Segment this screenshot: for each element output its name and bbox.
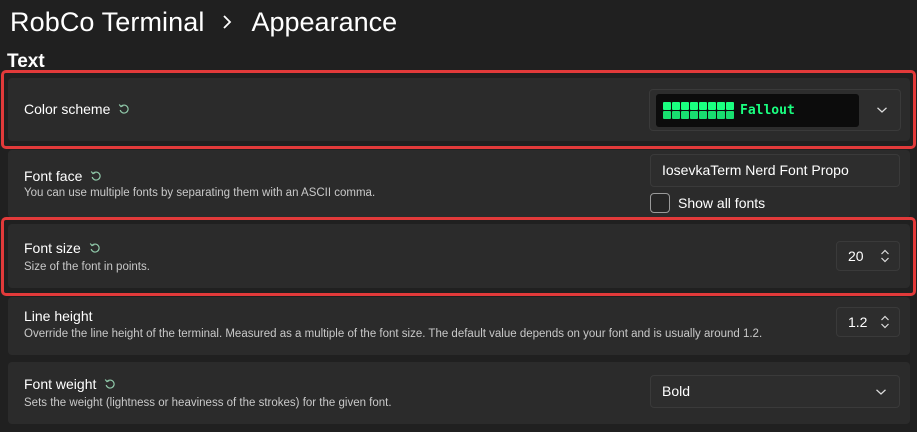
spin-updown-icon[interactable] bbox=[880, 314, 890, 330]
line-height-stepper[interactable]: 1.2 bbox=[836, 307, 900, 337]
breadcrumb: RobCo Terminal Appearance bbox=[10, 4, 397, 40]
show-all-fonts-label: Show all fonts bbox=[678, 195, 766, 211]
chevron-down-icon bbox=[875, 388, 887, 396]
show-all-fonts-checkbox[interactable] bbox=[650, 193, 670, 213]
show-all-fonts-option[interactable]: Show all fonts bbox=[650, 193, 765, 213]
font-face-label-group: Font face bbox=[24, 168, 102, 184]
line-height-label-group: Line height bbox=[24, 308, 93, 324]
line-height-label: Line height bbox=[24, 308, 93, 324]
font-face-label: Font face bbox=[24, 168, 83, 184]
breadcrumb-root[interactable]: RobCo Terminal bbox=[10, 7, 205, 38]
line-height-row: Line height Override the line height of … bbox=[8, 297, 910, 355]
font-face-description: You can use multiple fonts by separating… bbox=[24, 187, 376, 199]
line-height-value: 1.2 bbox=[848, 314, 868, 330]
reset-icon[interactable] bbox=[104, 378, 116, 390]
font-weight-description: Sets the weight (lightness or heaviness … bbox=[24, 397, 392, 409]
chevron-right-icon bbox=[222, 15, 234, 29]
font-face-input[interactable]: IosevkaTerm Nerd Font Propo bbox=[650, 154, 900, 187]
page-title: Appearance bbox=[251, 6, 398, 37]
reset-icon[interactable] bbox=[90, 170, 102, 182]
font-size-highlight bbox=[1, 217, 916, 296]
settings-page: RobCo Terminal Appearance Text Color sch… bbox=[0, 0, 917, 432]
color-scheme-highlight bbox=[1, 70, 916, 149]
font-weight-value: Bold bbox=[662, 383, 691, 399]
line-height-description: Override the line height of the terminal… bbox=[24, 328, 763, 340]
font-weight-dropdown[interactable]: Bold bbox=[650, 375, 900, 408]
font-weight-label-group: Font weight bbox=[24, 376, 116, 392]
font-weight-label: Font weight bbox=[24, 376, 97, 392]
